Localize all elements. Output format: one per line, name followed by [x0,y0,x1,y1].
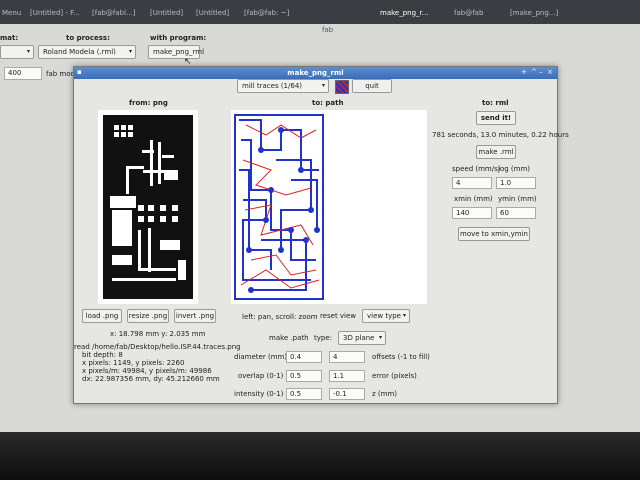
error-input[interactable]: 1.1 [329,370,365,382]
diameter-input[interactable]: 0.4 [286,351,322,363]
overlap-label: overlap (0-1) [238,372,284,380]
chevron-down-icon: ▾ [128,48,132,55]
process-select[interactable]: Roland Modela (.rml) ▾ [38,45,136,59]
window-titlebar[interactable]: ▪ make_png_rml + ^ – × [74,67,557,79]
path-type-value: 3D plane [343,334,375,342]
ymin-input[interactable]: 60 [496,207,536,219]
xmin-input[interactable]: 140 [452,207,492,219]
taskbar: Menu [Untitled] - F... [fab@fabl...] [Un… [0,0,640,24]
chevron-down-icon: ▾ [378,334,382,341]
program-label: with program: [150,34,207,42]
time-estimate: 781 seconds, 13.0 minutes, 0.22 hours [432,131,569,139]
xmin-label: xmin (mm) [454,195,493,203]
z-input[interactable]: -0.1 [329,388,365,400]
taskbar-tab[interactable]: [fab@fab: ~] [244,9,289,17]
taskbar-tab[interactable]: [Untitled] [150,9,183,17]
invert-png-button[interactable]: invert .png [174,309,216,323]
info-line: x pixels/m: 49984, y pixels/m: 49986 [82,367,212,375]
chevron-down-icon: ▾ [26,48,30,55]
pin-icon[interactable]: + [521,68,527,76]
monitor-bezel [0,432,640,480]
info-line: x pixels: 1149, y pixels: 2260 [82,359,185,367]
from-png-header: from: png [129,99,168,107]
fab-mod-label: fab mod [46,70,75,78]
close-icon[interactable]: × [547,68,553,76]
chevron-down-icon: ▾ [321,82,325,89]
desktop-screen: fab mat: to process: with program: ▾ Rol… [0,24,640,432]
navigation-hint: left: pan, scroll: zoom [242,313,318,321]
screen-title: fab [322,26,334,34]
speed-input[interactable]: 4 [452,177,492,189]
process-select-value: Roland Modela (.rml) [43,48,116,56]
make-path-button[interactable]: make .path [268,331,309,345]
ymin-label: ymin (mm) [498,195,537,203]
minimize-icon[interactable]: – [539,68,543,76]
path-view-panel[interactable] [231,110,427,304]
png-preview-panel[interactable] [98,110,198,304]
program-button[interactable]: make_png_rml [148,45,204,59]
process-label: to process: [66,34,110,42]
jog-label: jog (mm) [498,165,530,173]
format-label: mat: [0,34,19,42]
diameter-label: diameter (mm) [234,353,288,361]
taskbar-tab[interactable]: [Untitled] [196,9,229,17]
format-select[interactable]: ▾ [0,45,34,59]
info-line: dx: 22.987356 mm, dy: 45.212660 mm [82,375,220,383]
to-path-header: to: path [312,99,344,107]
to-rml-header: to: rml [482,99,509,107]
error-label: error (pixels) [372,372,417,380]
mill-type-value: mill traces (1/64) [242,82,302,90]
offsets-label: offsets (-1 to fill) [372,353,430,361]
shade-icon[interactable]: ^ [531,68,537,76]
toolpath-plot [234,114,324,300]
file-info-text: read /home/fab/Desktop/hello.ISP.44.trac… [74,343,241,383]
view-type-value: view type [367,312,401,320]
path-type-select[interactable]: 3D plane ▾ [338,331,386,345]
taskbar-tab-active[interactable]: make_png_r... [380,9,428,17]
load-png-button[interactable]: load .png [82,309,122,323]
send-it-button[interactable]: send it! [476,111,516,125]
color-grid-icon[interactable] [335,80,349,94]
reset-view-button[interactable]: reset view [318,309,358,323]
make-png-rml-window: ▪ make_png_rml + ^ – × mill traces (1/64… [73,66,569,404]
make-rml-button[interactable]: make .rml [476,145,516,159]
z-label: z (mm) [372,390,397,398]
mill-type-select[interactable]: mill traces (1/64) ▾ [237,79,329,93]
overlap-input[interactable]: 0.5 [286,370,322,382]
taskbar-tab[interactable]: [make_png...] [510,9,558,17]
offsets-input[interactable]: 4 [329,351,365,363]
taskbar-menu[interactable]: Menu [2,9,21,17]
intensity-input[interactable]: 0.5 [286,388,322,400]
info-line: read /home/fab/Desktop/hello.ISP.44.trac… [74,343,241,351]
dpi-input[interactable]: 400 [4,67,42,80]
cursor-coordinates: x: 18.798 mm y: 2.035 mm [110,330,206,338]
resize-png-button[interactable]: resize .png [127,309,169,323]
speed-label: speed (mm/s) [452,165,501,173]
view-type-select[interactable]: view type ▾ [362,309,410,323]
taskbar-tab[interactable]: fab@fab [454,9,483,17]
intensity-label: intensity (0-1) [234,390,284,398]
window-title: make_png_rml [287,69,344,77]
type-label: type: [314,334,332,342]
taskbar-tab[interactable]: [Untitled] - F... [30,9,80,17]
quit-button[interactable]: quit [352,79,392,93]
jog-input[interactable]: 1.0 [496,177,536,189]
info-line: bit depth: 8 [82,351,123,359]
taskbar-tab[interactable]: [fab@fabl...] [92,9,135,17]
chevron-down-icon: ▾ [402,312,406,319]
pcb-traces-image [103,115,193,299]
move-to-xmin-ymin-button[interactable]: move to xmin,ymin [458,227,530,241]
